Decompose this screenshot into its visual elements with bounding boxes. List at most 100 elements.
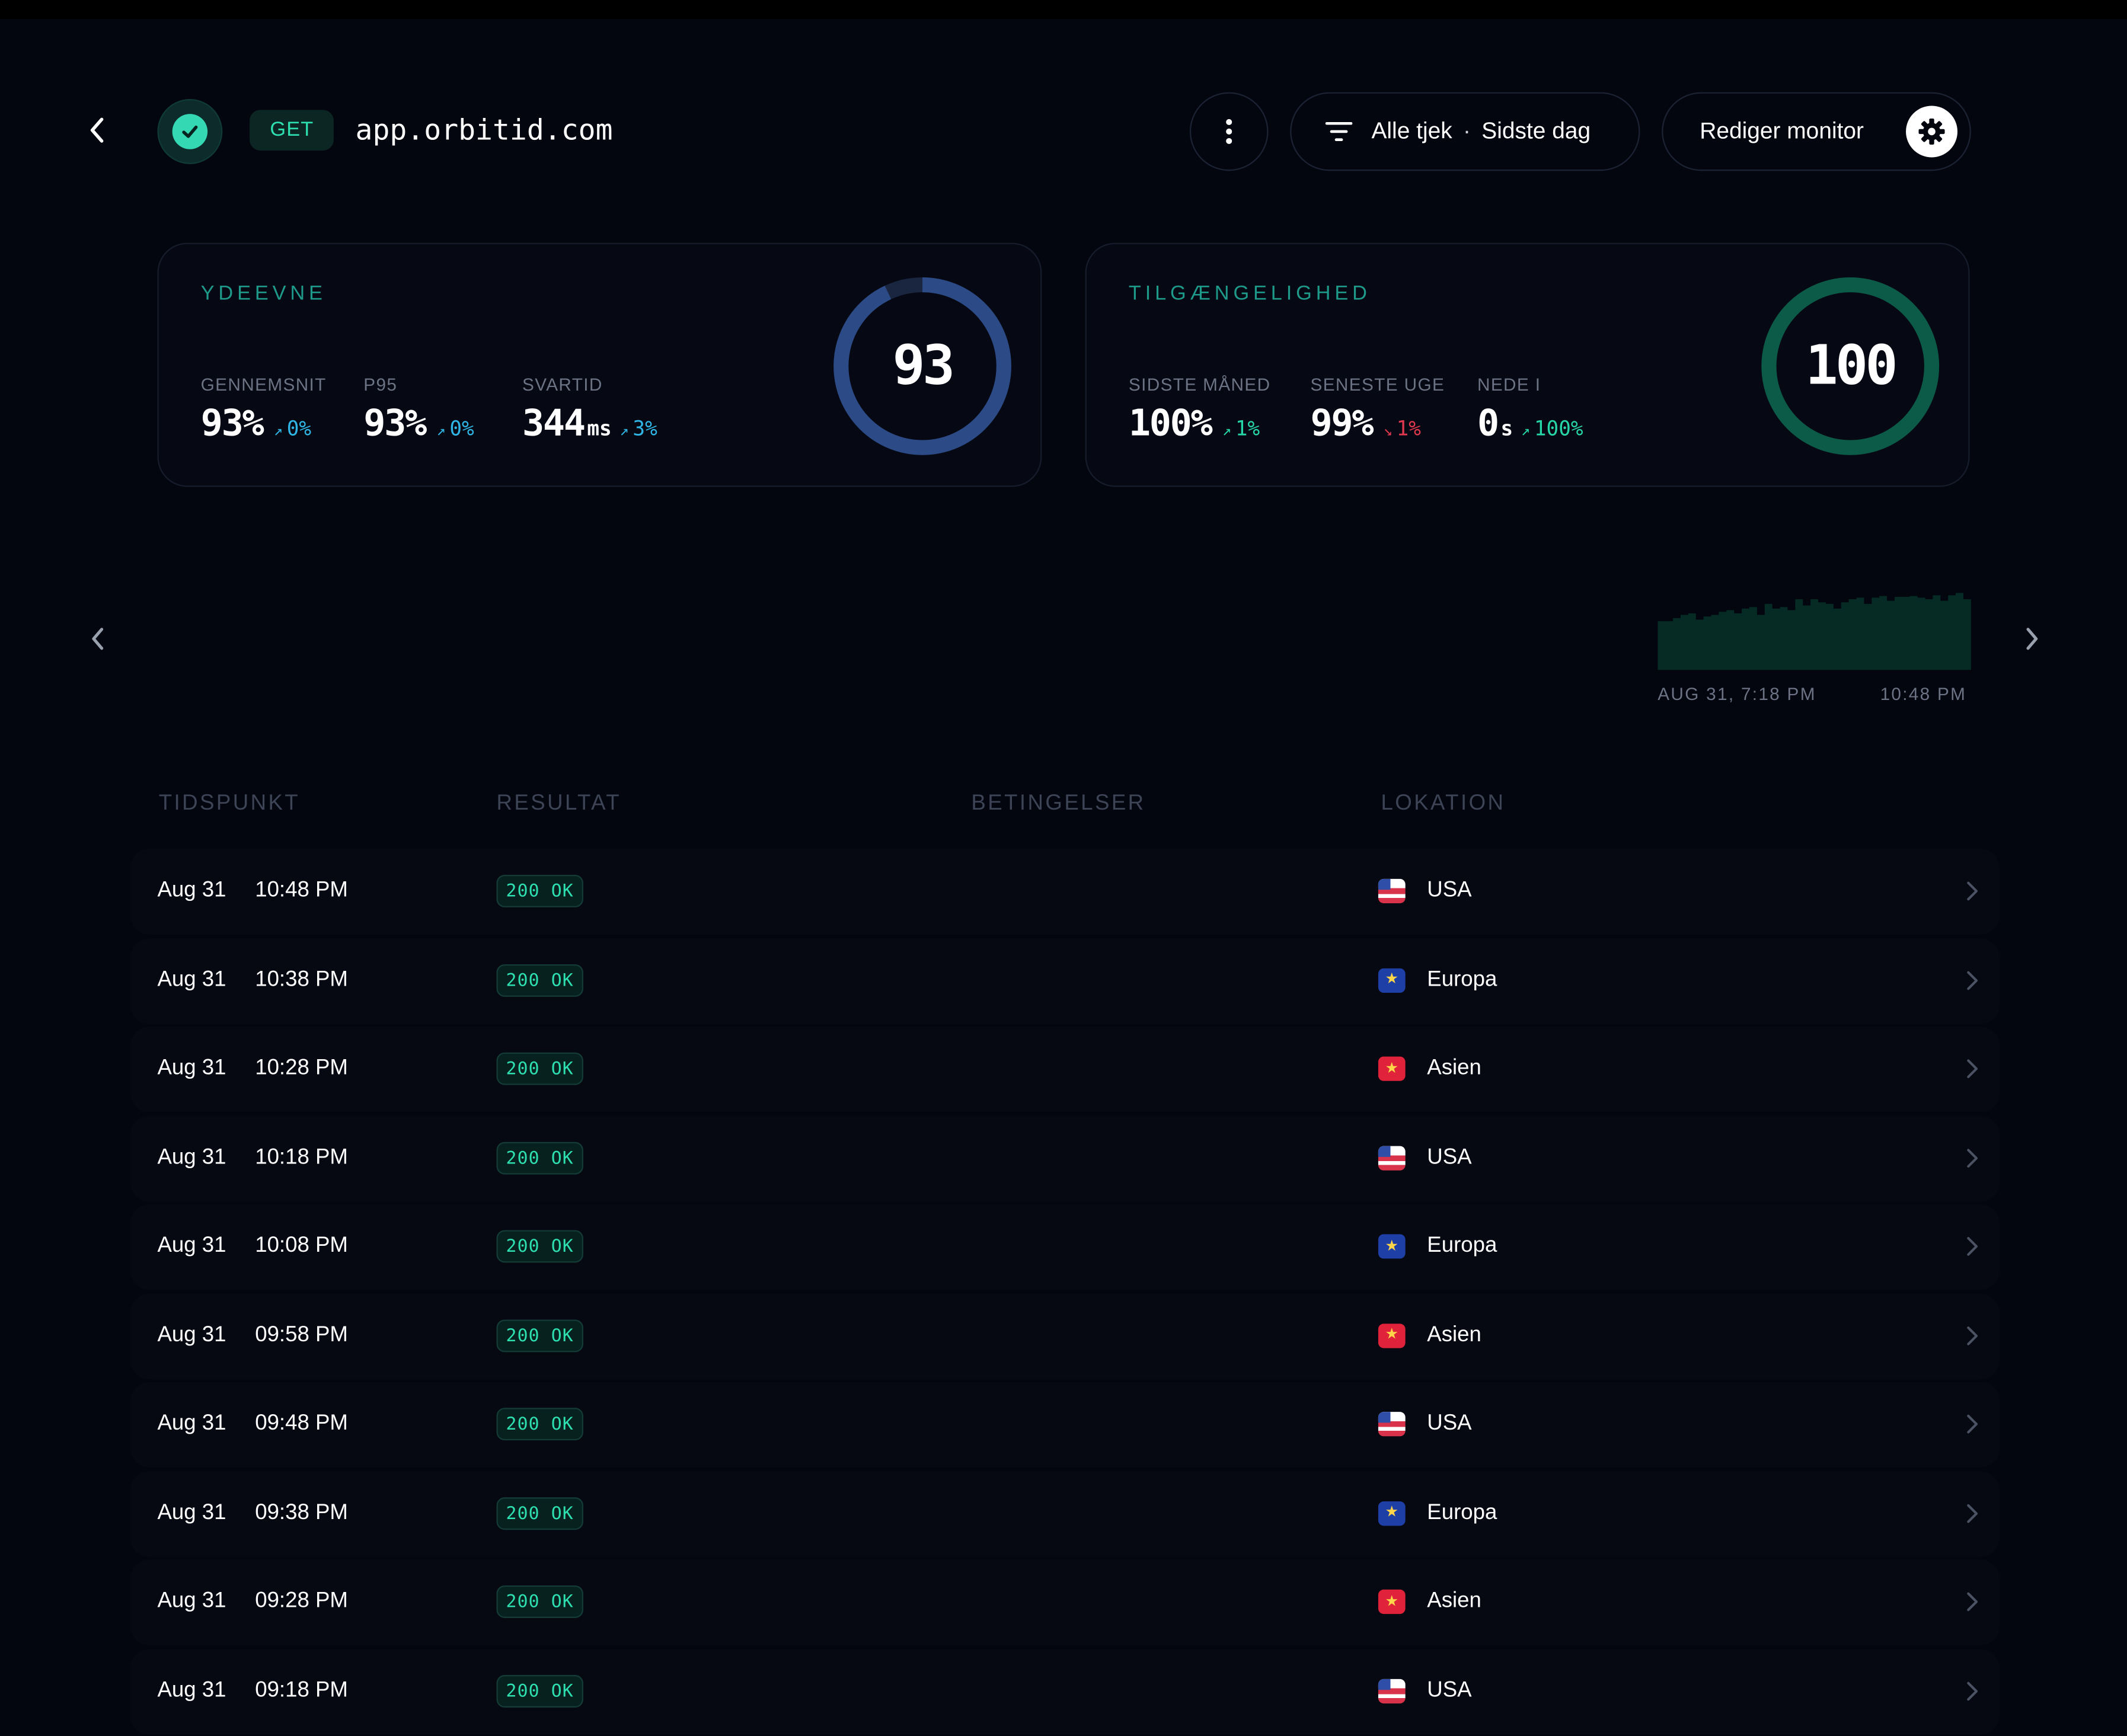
- check-icon: [182, 125, 198, 138]
- metric-label: NEDE I: [1477, 374, 1541, 395]
- table-row[interactable]: Aug 31 10:08 PM 200 OK ★ Europa: [130, 1204, 2000, 1290]
- column-header-result[interactable]: RESULTAT: [497, 792, 622, 816]
- metric-label: SVARTID: [522, 374, 603, 395]
- edit-monitor-button[interactable]: Rediger monitor: [1662, 92, 1971, 171]
- status-badge: 200 OK: [496, 1319, 583, 1352]
- timeline-prev-button[interactable]: [76, 617, 119, 660]
- table-row[interactable]: Aug 31 09:28 PM 200 OK ★ Asien: [130, 1559, 2000, 1645]
- chevron-right-icon: [1967, 1237, 1978, 1256]
- metric-unit: ms: [587, 416, 612, 441]
- performance-card: YDEEVNE GENNEMSNIT 93% ↗ 0% P95 93% ↗ 0% SVA…: [157, 242, 1042, 487]
- row-location: Europa: [1427, 1501, 1497, 1524]
- eu-flag-icon: ★: [1378, 967, 1406, 992]
- column-header-conditions[interactable]: BETINGELSER: [971, 792, 1145, 816]
- row-date: Aug 31: [157, 1412, 226, 1436]
- method-badge: GET: [250, 110, 334, 151]
- filter-label: Alle tjek: [1371, 118, 1452, 144]
- metric-average: GENNEMSNIT 93% ↗ 0%: [201, 375, 327, 445]
- filter-range: Sidste dag: [1481, 118, 1591, 144]
- row-time: 09:38 PM: [255, 1501, 348, 1524]
- arrow-up-right-icon: ↗: [436, 421, 446, 440]
- row-time: 09:58 PM: [255, 1323, 348, 1347]
- performance-title: YDEEVNE: [200, 282, 327, 305]
- row-location: USA: [1427, 1145, 1472, 1169]
- metric-p95: P95 93% ↗ 0%: [363, 375, 474, 445]
- row-date: Aug 31: [157, 1145, 226, 1169]
- gear-icon: [1918, 118, 1945, 145]
- metric-delta: ↗ 0%: [273, 416, 312, 441]
- table-row[interactable]: Aug 31 10:18 PM 200 OK USA: [130, 1115, 2000, 1201]
- table-row[interactable]: Aug 31 09:18 PM 200 OK USA: [130, 1648, 2000, 1734]
- metric-response-time: SVARTID 344 ms ↗ 3%: [522, 375, 657, 445]
- chevron-right-icon: [1967, 1148, 1978, 1167]
- us-flag-icon: [1378, 1678, 1406, 1703]
- status-badge: 200 OK: [496, 1408, 583, 1441]
- status-badge: 200 OK: [496, 1052, 583, 1085]
- timeline-next-button[interactable]: [2010, 617, 2053, 660]
- metric-label: SENESTE UGE: [1310, 374, 1445, 395]
- arrow-up-right-icon: ↗: [1222, 421, 1231, 440]
- filter-icon: [1325, 122, 1353, 141]
- status-badge: 200 OK: [496, 874, 583, 907]
- row-date: Aug 31: [157, 1678, 226, 1702]
- row-time: 10:48 PM: [255, 878, 348, 902]
- availability-card: TILGÆNGELIGHED SIDSTE MÅNED 100% ↗ 1% SENE…: [1085, 242, 1970, 487]
- chevron-right-icon: [1967, 970, 1978, 990]
- row-time: 10:18 PM: [255, 1145, 348, 1169]
- row-date: Aug 31: [157, 1589, 226, 1613]
- row-date: Aug 31: [157, 878, 226, 902]
- chevron-right-icon: [1967, 1059, 1978, 1078]
- edit-monitor-label: Rediger monitor: [1700, 118, 1864, 144]
- back-button[interactable]: [76, 108, 119, 152]
- us-flag-icon: [1378, 1412, 1406, 1437]
- metric-label: P95: [363, 374, 398, 395]
- column-header-location[interactable]: LOKATION: [1381, 792, 1505, 816]
- row-location: Asien: [1427, 1589, 1481, 1613]
- row-location: Europa: [1427, 1234, 1497, 1258]
- row-time: 09:28 PM: [255, 1589, 348, 1613]
- status-badge: 200 OK: [496, 1141, 583, 1174]
- row-location: Europa: [1427, 967, 1497, 991]
- arrow-up-right-icon: ↗: [273, 421, 283, 440]
- row-location: USA: [1427, 878, 1472, 902]
- chevron-right-icon: [1967, 1681, 1978, 1700]
- monitor-url: app.orbitid.com: [355, 114, 613, 147]
- table-row[interactable]: Aug 31 09:48 PM 200 OK USA: [130, 1382, 2000, 1468]
- metric-value: 344: [522, 402, 586, 445]
- status-badge: 200 OK: [496, 1674, 583, 1707]
- top-bar: [0, 0, 2127, 20]
- status-badge: 200 OK: [496, 1585, 583, 1618]
- metric-unit: s: [1500, 416, 1513, 441]
- arrow-down-right-icon: ↘: [1383, 421, 1393, 440]
- table-row[interactable]: Aug 31 10:28 PM 200 OK ★ Asien: [130, 1027, 2000, 1112]
- table-row[interactable]: Aug 31 09:38 PM 200 OK ★ Europa: [130, 1470, 2000, 1556]
- performance-gauge: 93: [829, 273, 1016, 460]
- row-time: 10:08 PM: [255, 1234, 348, 1258]
- row-time: 10:28 PM: [255, 1056, 348, 1080]
- arrow-up-right-icon: ↗: [1521, 421, 1531, 440]
- row-time: 09:18 PM: [255, 1678, 348, 1702]
- chevron-right-icon: [2026, 628, 2038, 650]
- table-row[interactable]: Aug 31 09:58 PM 200 OK ★ Asien: [130, 1293, 2000, 1379]
- metric-value: 99%: [1310, 402, 1374, 445]
- metric-delta: ↗ 100%: [1521, 416, 1583, 441]
- chevron-right-icon: [1967, 1592, 1978, 1612]
- timeline-chart[interactable]: [1657, 592, 1971, 670]
- metric-delta: ↗ 3%: [619, 416, 657, 441]
- table-row[interactable]: Aug 31 10:48 PM 200 OK USA: [130, 849, 2000, 935]
- arrow-up-right-icon: ↗: [619, 421, 629, 440]
- timeline-start-label: AUG 31, 7:18 PM: [1657, 683, 1816, 704]
- row-date: Aug 31: [157, 1501, 226, 1524]
- column-header-time[interactable]: TIDSPUNKT: [159, 792, 300, 816]
- row-time: 09:48 PM: [255, 1412, 348, 1436]
- asia-flag-icon: ★: [1378, 1056, 1406, 1081]
- more-options-button[interactable]: [1189, 92, 1269, 171]
- filter-button[interactable]: Alle tjek · Sidste dag: [1290, 92, 1640, 171]
- performance-score: 93: [892, 335, 955, 398]
- metric-delta: ↗ 0%: [436, 416, 474, 441]
- metric-delta: ↘ 1%: [1383, 416, 1421, 441]
- settings-button[interactable]: [1906, 105, 1958, 158]
- row-date: Aug 31: [157, 1234, 226, 1258]
- table-row[interactable]: Aug 31 10:38 PM 200 OK ★ Europa: [130, 938, 2000, 1024]
- us-flag-icon: [1378, 1145, 1406, 1170]
